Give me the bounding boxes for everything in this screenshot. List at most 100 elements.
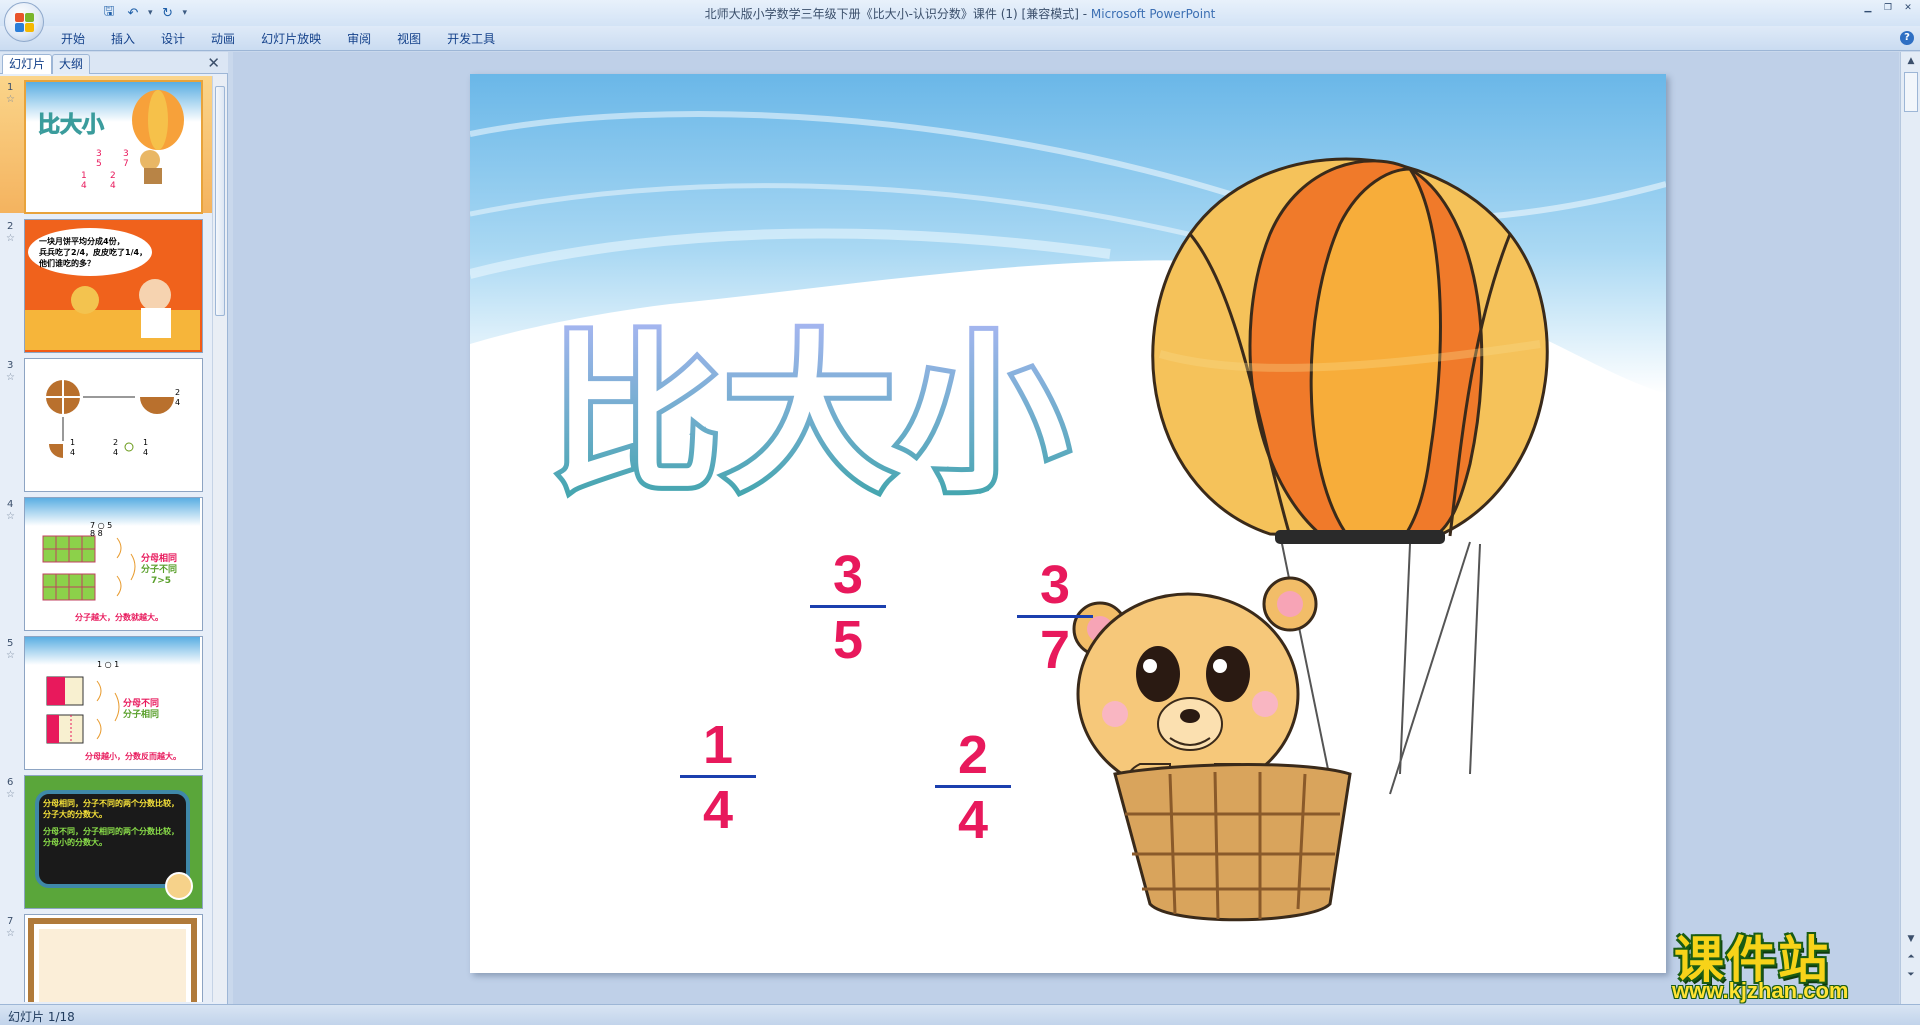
minimize-icon[interactable]: ▁ <box>1860 2 1876 14</box>
close-window-icon[interactable]: ✕ <box>1900 2 1916 14</box>
thumbnail-list: 1 ☆ 比大小 3 5 3 7 1 4 2 4 2 ☆ 一块月饼平均分成4份， … <box>0 76 212 1002</box>
tab-view[interactable]: 视图 <box>384 30 434 48</box>
fraction-numerator: 3 <box>832 545 864 605</box>
thumb-text: 兵兵吃了2/4，皮皮吃了1/4， <box>39 248 148 257</box>
thumb-text: 分母相同，分子不同的两个分数比较，分子大的分数大。 <box>43 799 179 819</box>
slide-thumbnail-6[interactable]: 分母相同，分子不同的两个分数比较，分子大的分数大。 分母不同，分子相同的两个分数… <box>24 775 203 909</box>
watermark: 课件站 www.kjzhan.com <box>1668 920 1908 1004</box>
fraction-bar <box>810 605 886 608</box>
thumbnail-row[interactable]: 3 ☆ 2 4 1 4 2 4 1 4 <box>0 354 212 492</box>
slides-panel: 幻灯片 大纲 ✕ 1 ☆ 比大小 3 5 3 7 1 4 2 4 2 ☆ 一块月… <box>0 52 228 1004</box>
scroll-thumb[interactable] <box>215 86 225 316</box>
slide-thumbnail-3[interactable]: 2 4 1 4 2 4 1 4 <box>24 358 203 492</box>
slide-number: 5 <box>7 638 14 649</box>
slide-number: 3 <box>7 360 14 371</box>
animation-star-icon: ☆ <box>6 511 15 522</box>
thumb-text: 他们谁吃的多？ <box>39 259 95 268</box>
svg-text:1 ○ 1: 1 ○ 1 <box>97 660 119 669</box>
svg-text:1: 1 <box>70 438 75 447</box>
svg-text:8 8: 8 8 <box>90 529 103 538</box>
slide-thumbnail-7[interactable] <box>24 914 203 1002</box>
fraction-3-5[interactable]: 3 5 <box>810 547 886 668</box>
tab-slides[interactable]: 幻灯片 <box>2 54 53 74</box>
fraction-denominator: 7 <box>1039 620 1071 680</box>
office-logo-icon <box>15 13 35 33</box>
help-icon[interactable]: ? <box>1900 31 1914 45</box>
hot-air-balloon-image <box>1151 157 1549 544</box>
thumbnail-row[interactable]: 7 ☆ <box>0 910 212 1002</box>
slide-number: 6 <box>7 777 14 788</box>
title-bar: 🖫 ↶ ▾ ↻ ▾ 北师大版小学数学三年级下册《比大小-认识分数》课件 (1) … <box>0 0 1920 26</box>
svg-text:比大小: 比大小 <box>38 113 104 138</box>
thumbnail-row[interactable]: 1 ☆ 比大小 3 5 3 7 1 4 2 4 <box>0 76 212 214</box>
thumb-text: 一块月饼平均分成4份， <box>39 237 125 246</box>
restore-icon[interactable]: ❐ <box>1880 2 1896 14</box>
animation-star-icon: ☆ <box>6 372 15 383</box>
svg-text:2: 2 <box>110 171 116 181</box>
watermark-url: www.kjzhan.com <box>1672 978 1849 1003</box>
tab-design[interactable]: 设计 <box>148 30 198 48</box>
ribbon: 开始 插入 设计 动画 幻灯片放映 审阅 视图 开发工具 ? <box>0 26 1920 51</box>
animation-star-icon: ☆ <box>6 233 15 244</box>
tab-developer[interactable]: 开发工具 <box>434 30 508 48</box>
thumb-text: 7>5 <box>151 576 172 586</box>
thumb-text: 分子越大，分数就越大。 <box>75 613 163 622</box>
svg-text:2: 2 <box>113 438 118 447</box>
fraction-bar <box>935 785 1011 788</box>
slide-thumbnail-4[interactable]: 7 ○ 5 8 8 分母相同 分子不同 7>5 分子越大，分数就越大。 <box>24 497 203 631</box>
thumb-text: 分母不同 <box>123 699 160 709</box>
tab-outline[interactable]: 大纲 <box>52 54 91 74</box>
fraction-denominator: 5 <box>832 610 864 670</box>
svg-text:2: 2 <box>175 388 180 397</box>
fraction-denominator: 4 <box>957 790 989 850</box>
fraction-numerator: 2 <box>957 725 989 785</box>
slide-title[interactable]: 比大小 <box>545 312 1073 520</box>
thumbnail-scrollbar[interactable] <box>212 76 227 1002</box>
svg-text:4: 4 <box>110 181 116 191</box>
basket-image <box>1113 763 1352 922</box>
tab-animations[interactable]: 动画 <box>198 30 248 48</box>
tab-insert[interactable]: 插入 <box>98 30 148 48</box>
animation-star-icon: ☆ <box>6 789 15 800</box>
svg-text:3: 3 <box>96 149 102 159</box>
slide-thumbnail-5[interactable]: 1 ○ 1 分母不同 分子相同 分母越小，分数反而越大。 <box>24 636 203 770</box>
slide-thumbnail-1[interactable]: 比大小 3 5 3 7 1 4 2 4 <box>24 80 203 214</box>
slide-number: 1 <box>7 82 14 93</box>
thumbnail-row[interactable]: 4 ☆ 7 ○ 5 8 8 分母相同 分子不同 7>5 分子越大，分数就越大。 <box>0 493 212 631</box>
thumb-text: 分子相同 <box>123 710 160 720</box>
thumbnail-row[interactable]: 5 ☆ 1 ○ 1 分母不同 分子相同 分母越小，分数反而越大。 <box>0 632 212 770</box>
thumb-text: 分母相同 <box>141 554 178 564</box>
thumbnail-row[interactable]: 6 ☆ 分母相同，分子不同的两个分数比较，分子大的分数大。 分母不同，分子相同的… <box>0 771 212 909</box>
svg-text:4: 4 <box>81 181 87 191</box>
svg-text:5: 5 <box>96 159 102 169</box>
fraction-numerator: 3 <box>1039 555 1071 615</box>
tab-review[interactable]: 审阅 <box>334 30 384 48</box>
slide-number: 2 <box>7 221 14 232</box>
slide-number: 7 <box>7 916 14 927</box>
office-button[interactable] <box>4 2 44 42</box>
bear-image <box>1072 576 1318 798</box>
close-panel-icon[interactable]: ✕ <box>207 54 220 72</box>
svg-text:4: 4 <box>113 448 118 457</box>
animation-star-icon: ☆ <box>6 94 15 105</box>
fraction-3-7[interactable]: 3 7 <box>1017 557 1093 678</box>
thumb-text: 分母不同，分子相同的两个分数比较，分母小的分数大。 <box>43 827 179 847</box>
svg-text:7: 7 <box>123 159 129 169</box>
fraction-1-4[interactable]: 1 4 <box>680 717 756 838</box>
fraction-2-4[interactable]: 2 4 <box>935 727 1011 848</box>
thumb-text: 分母越小，分数反而越大。 <box>85 752 181 761</box>
scroll-up-icon[interactable]: ▲ <box>1904 54 1918 68</box>
slide-thumbnail-2[interactable]: 一块月饼平均分成4份， 兵兵吃了2/4，皮皮吃了1/4， 他们谁吃的多？ <box>24 219 203 353</box>
scroll-thumb[interactable] <box>1904 72 1918 112</box>
svg-text:1: 1 <box>81 171 87 181</box>
slide-canvas[interactable]: 比大小 3 5 3 7 1 4 2 4 <box>470 74 1666 973</box>
thumbnail-row[interactable]: 2 ☆ 一块月饼平均分成4份， 兵兵吃了2/4，皮皮吃了1/4， 他们谁吃的多？ <box>0 215 212 353</box>
tab-slideshow[interactable]: 幻灯片放映 <box>248 30 334 48</box>
svg-text:3: 3 <box>123 149 129 159</box>
tab-home[interactable]: 开始 <box>48 30 98 48</box>
animation-star-icon: ☆ <box>6 928 15 939</box>
thumb-text: 分子不同 <box>141 565 178 575</box>
slide-number: 4 <box>7 499 14 510</box>
svg-text:4: 4 <box>175 398 180 407</box>
editor-scrollbar[interactable]: ▲ ▼ ⏶ ⏷ <box>1900 52 1920 1004</box>
